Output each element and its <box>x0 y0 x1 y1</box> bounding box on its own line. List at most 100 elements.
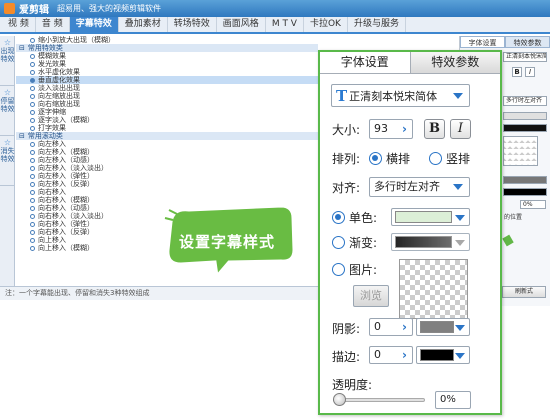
tab-subtitle-effects[interactable]: 字幕特效 <box>69 17 119 32</box>
list-item[interactable]: 向左移入（动感） <box>16 156 318 164</box>
stroke-color-picker[interactable] <box>416 346 470 364</box>
list-item[interactable]: 向右移入（模糊） <box>16 196 318 204</box>
italic-button-bg[interactable]: I <box>525 67 535 77</box>
tab-font-settings[interactable]: 字体设置 <box>320 52 411 73</box>
tab-transitions[interactable]: 转场特效 <box>168 17 217 32</box>
browse-button[interactable]: 浏览 <box>353 285 389 307</box>
list-item[interactable]: 逐字淡入（模糊） <box>16 116 318 124</box>
horizontal-radio[interactable] <box>369 152 382 165</box>
opacity-slider-thumb[interactable] <box>333 393 346 406</box>
image-radio[interactable] <box>332 263 345 276</box>
list-item-label: 向左移入（弹性） <box>38 172 94 180</box>
radio-icon <box>30 61 35 67</box>
opacity-value: 0% <box>435 391 471 409</box>
apply-button-bg[interactable]: 刷新式 <box>502 286 546 298</box>
app-slogan: 超易用、强大的视频剪辑软件 <box>57 4 161 13</box>
list-item[interactable]: 向左移入（模糊） <box>16 148 318 156</box>
color-swatch-bg[interactable] <box>503 112 547 120</box>
list-item-label: 向左移入（动感） <box>38 156 94 164</box>
solid-color-label: 单色: <box>349 211 378 225</box>
tab-upgrade[interactable]: 升级与服务 <box>348 17 406 32</box>
list-item-label: 向左移入（淡入淡出） <box>38 164 108 172</box>
vertical-radio[interactable] <box>429 152 442 165</box>
font-family-select[interactable]: T 正清刻本悦宋简体 <box>331 84 470 107</box>
stroke-input[interactable]: 0 › <box>369 346 413 364</box>
radio-icon <box>30 237 35 243</box>
horizontal-option[interactable]: 横排 <box>369 150 410 167</box>
align-select[interactable]: 多行时左对齐 <box>369 177 470 197</box>
list-item-label: 逐字淡入（模糊） <box>38 116 94 124</box>
tab-stay-effects[interactable]: ☆ 停留特效 <box>0 86 15 136</box>
shadow-swatch-bg[interactable] <box>503 176 547 184</box>
radio-icon <box>30 189 35 195</box>
solid-color-picker[interactable] <box>391 208 470 226</box>
list-item[interactable]: 向右移入 <box>16 188 318 196</box>
chevron-down-icon <box>455 353 465 359</box>
radio-icon <box>30 85 35 91</box>
category-header[interactable]: ⊟ 常用特效类 <box>16 44 318 52</box>
bold-button-bg[interactable]: B <box>512 67 522 77</box>
stroke-value: 0 <box>374 348 381 361</box>
gradient-radio[interactable] <box>332 236 345 249</box>
layout-label: 排列: <box>332 152 361 166</box>
tab-audio[interactable]: 音 频 <box>36 17 70 32</box>
font-settings-dialog: 字体设置 特效参数 T 正清刻本悦宋简体 大小: 93 › B I 排列: 横排… <box>318 50 502 415</box>
chevron-down-icon <box>455 325 465 331</box>
radio-icon <box>30 149 35 155</box>
gradient-option[interactable]: 渐变: <box>332 234 377 251</box>
list-item[interactable]: 向右缩放出现 <box>16 100 318 108</box>
list-item[interactable]: 水平虚化效果 <box>16 68 318 76</box>
list-item[interactable]: 向左移入（淡入淡出） <box>16 164 318 172</box>
tab-effect-params-bg[interactable]: 特效参数 <box>505 36 550 48</box>
status-bar: 注：一个字幕能出现、停留和消失3种特效组成 <box>0 286 318 300</box>
vtab-label: 停留特效 <box>0 97 15 113</box>
tab-video[interactable]: 视 频 <box>2 17 36 32</box>
radio-icon <box>30 93 35 99</box>
list-item[interactable]: 垂直虚化效果 <box>16 76 318 84</box>
tab-disappear-effects[interactable]: ☆ 消失特效 <box>0 136 15 186</box>
italic-button[interactable]: I <box>450 119 471 139</box>
list-item[interactable]: 淡入淡出出现 <box>16 84 318 92</box>
align-select-bg[interactable]: 多行时左对齐 <box>503 96 547 106</box>
font-size-input[interactable]: 93 › <box>369 119 413 139</box>
list-item[interactable]: 模糊效果 <box>16 52 318 60</box>
gradient-swatch-bg[interactable] <box>503 124 547 132</box>
opacity-slider-track[interactable] <box>333 398 425 402</box>
list-item[interactable]: 缩小到放大出现（模糊） <box>16 36 318 44</box>
font-size-value: 93 <box>374 122 388 135</box>
list-item[interactable]: 打字效果 <box>16 124 318 132</box>
list-item[interactable]: 发光效果 <box>16 60 318 68</box>
tab-karaoke[interactable]: 卡拉OK <box>304 17 348 32</box>
solid-color-option[interactable]: 单色: <box>332 209 377 226</box>
category-header[interactable]: ⊟ 常用滚动类 <box>16 132 318 140</box>
stroke-swatch <box>420 349 454 361</box>
tab-font-settings-bg[interactable]: 字体设置 <box>460 36 505 48</box>
star-icon: ☆ <box>3 138 12 147</box>
vertical-option[interactable]: 竖排 <box>429 150 470 167</box>
font-family-value: 正清刻本悦宋简体 <box>349 89 438 103</box>
tab-appear-effects[interactable]: ☆ 出现特效 <box>0 36 15 86</box>
font-select-bg[interactable]: 正清刻本悦宋简体 <box>503 52 547 62</box>
title-bar: 爱剪辑 超易用、强大的视频剪辑软件 <box>0 0 550 17</box>
list-item[interactable]: 向左移入（反弹） <box>16 180 318 188</box>
radio-icon <box>30 117 35 123</box>
tab-style[interactable]: 画面风格 <box>217 17 266 32</box>
list-item-label: 打字效果 <box>38 124 66 132</box>
tab-mtv[interactable]: M T V <box>266 17 304 32</box>
image-option[interactable]: 图片: <box>332 261 377 278</box>
gradient-color-picker[interactable] <box>391 233 470 251</box>
shadow-color-picker[interactable] <box>416 318 470 336</box>
tab-overlay[interactable]: 叠加素材 <box>119 17 168 32</box>
list-item[interactable]: 逐字伸缩 <box>16 108 318 116</box>
collapse-icon: ⊟ <box>19 44 25 52</box>
list-item[interactable]: 向左移入 <box>16 140 318 148</box>
stroke-swatch-bg[interactable] <box>503 188 547 196</box>
tab-effect-params[interactable]: 特效参数 <box>410 52 500 73</box>
shadow-input[interactable]: 0 › <box>369 318 413 336</box>
list-item[interactable]: 向左移入（弹性） <box>16 172 318 180</box>
solid-color-radio[interactable] <box>332 211 345 224</box>
list-item[interactable]: 向左缩放出现 <box>16 92 318 100</box>
app-logo-icon <box>4 3 15 14</box>
list-item-label: 向右移入（弹性） <box>38 220 94 228</box>
bold-button[interactable]: B <box>424 119 445 139</box>
